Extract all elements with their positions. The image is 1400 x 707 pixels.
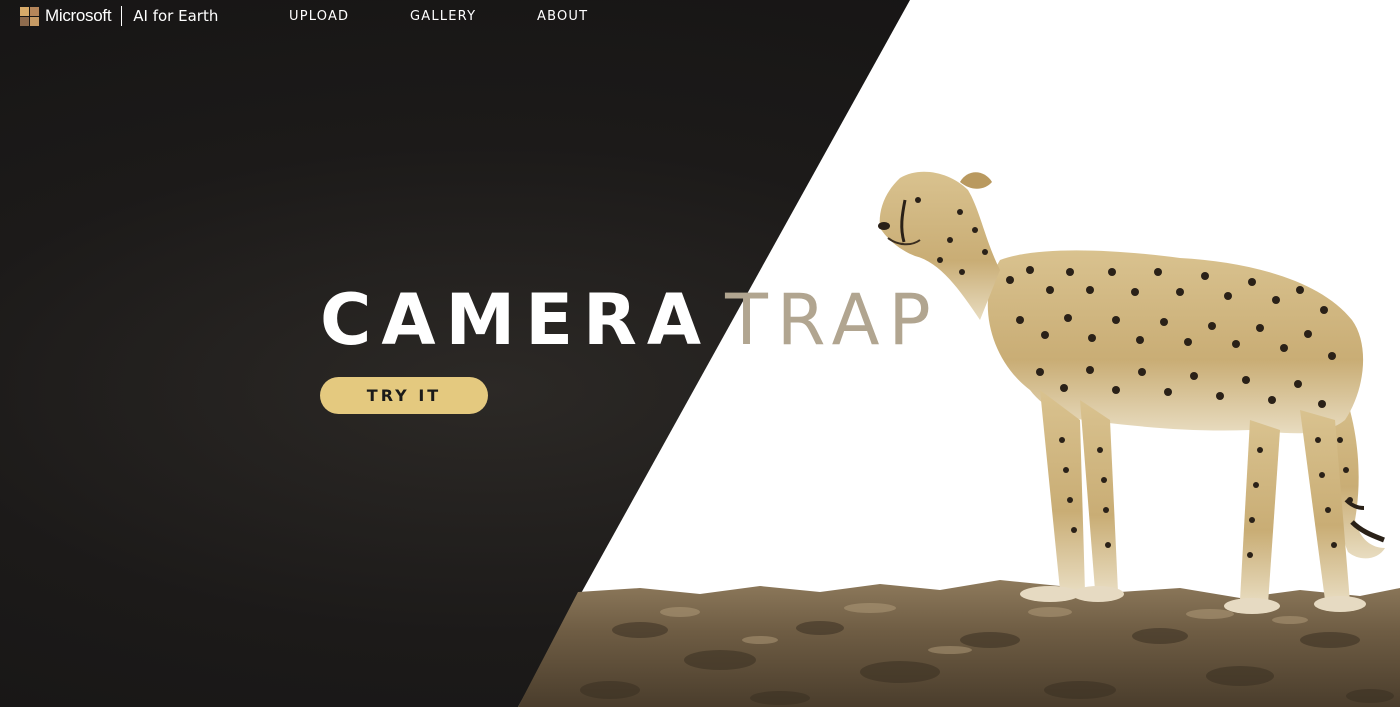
- hero-title-secondary: TRAP: [725, 279, 940, 361]
- brand-product: AI for Earth: [133, 7, 219, 25]
- logo-divider: [121, 6, 123, 26]
- microsoft-logo-icon: [20, 6, 39, 26]
- landing-page: Microsoft AI for Earth UPLOAD GALLERY AB…: [0, 0, 1400, 707]
- hero-title-primary: CAMERA: [320, 279, 712, 361]
- top-nav: Microsoft AI for Earth UPLOAD GALLERY AB…: [0, 0, 1400, 34]
- brand-company: Microsoft: [45, 6, 112, 25]
- nav-about-link[interactable]: ABOUT: [537, 9, 588, 24]
- hero-title: CAMERA TRAP: [320, 280, 940, 360]
- nav-upload-link[interactable]: UPLOAD: [289, 9, 349, 24]
- brand-logo[interactable]: Microsoft AI for Earth: [20, 6, 218, 26]
- nav-gallery-link[interactable]: GALLERY: [410, 9, 476, 24]
- try-it-button[interactable]: TRY IT: [320, 377, 488, 414]
